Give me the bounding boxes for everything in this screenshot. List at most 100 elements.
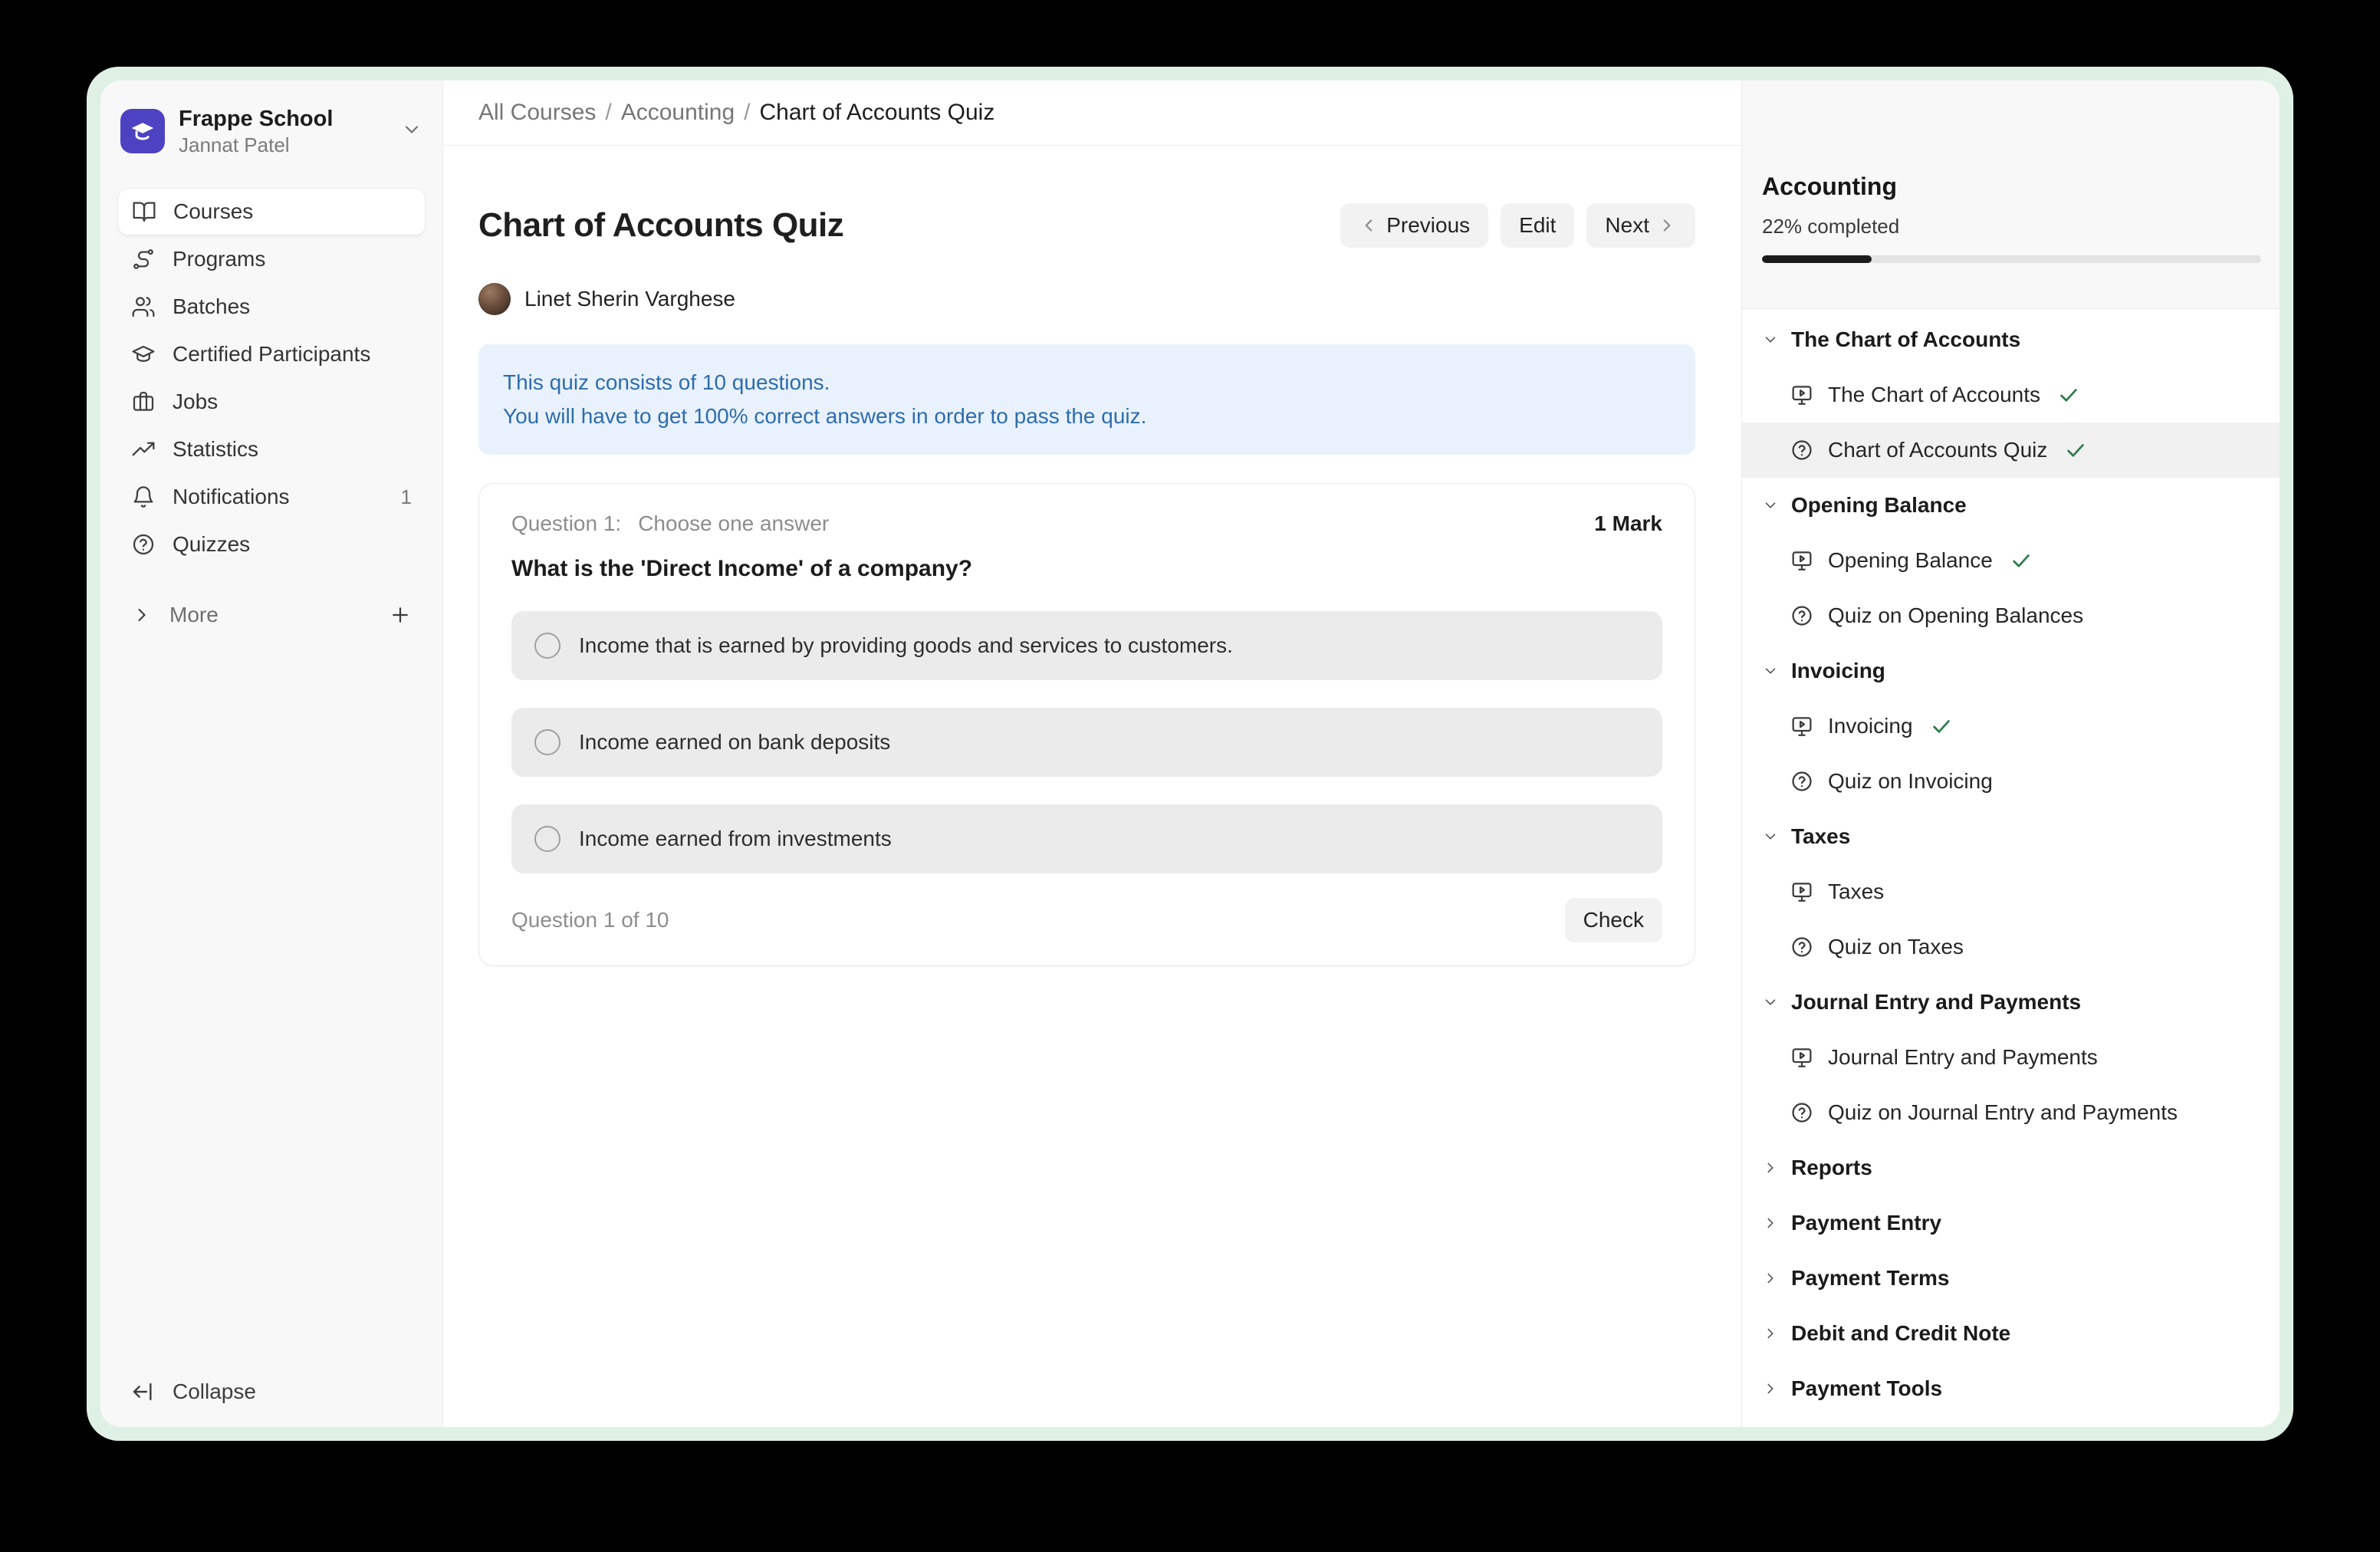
sidebar-item-label: Certified Participants — [173, 342, 370, 367]
quiz-item-row[interactable]: Quiz on Opening Balances — [1742, 588, 2280, 643]
chapter-title: Taxes — [1791, 824, 1850, 849]
frappe-school-logo — [120, 109, 165, 153]
check-button[interactable]: Check — [1565, 898, 1662, 942]
breadcrumb-link[interactable]: All Courses — [478, 100, 596, 126]
chapter-row[interactable]: Taxes — [1742, 809, 2280, 864]
lesson-item-row[interactable]: Invoicing — [1742, 699, 2280, 754]
notification-count-badge: 1 — [401, 485, 412, 509]
item-label: Chart of Accounts Quiz — [1828, 438, 2047, 462]
item-label: Quiz on Opening Balances — [1828, 603, 2083, 628]
sidebar-item-statistics[interactable]: Statistics — [117, 426, 426, 473]
chapter-row[interactable]: The Chart of Accounts — [1742, 312, 2280, 367]
previous-button[interactable]: Previous — [1340, 203, 1488, 248]
radio-button[interactable] — [534, 826, 560, 852]
chevron-down-icon[interactable] — [1762, 828, 1779, 845]
course-title: Accounting — [1762, 171, 2261, 202]
question-instruction: Choose one answer — [638, 511, 829, 536]
chevron-down-icon[interactable] — [1762, 663, 1779, 679]
chapter-title: The Chart of Accounts — [1791, 327, 2020, 352]
radio-button[interactable] — [534, 729, 560, 755]
chevron-right-icon[interactable] — [1762, 1380, 1779, 1397]
sidebar-item-notifications[interactable]: Notifications 1 — [117, 473, 426, 521]
item-label: Quiz on Invoicing — [1828, 769, 1993, 794]
quiz-item-row[interactable]: Chart of Accounts Quiz — [1742, 423, 2280, 478]
chevron-right-icon — [131, 604, 153, 626]
answer-option-2[interactable]: Income earned on bank deposits — [511, 708, 1662, 777]
quiz-item-row[interactable]: Quiz on Journal Entry and Payments — [1742, 1085, 2280, 1140]
sidebar-item-label: Quizzes — [173, 532, 250, 557]
answer-option-1[interactable]: Income that is earned by providing goods… — [511, 611, 1662, 680]
collapse-sidebar-button[interactable]: Collapse — [131, 1379, 256, 1404]
lesson-item-row[interactable]: The Chart of Accounts — [1742, 367, 2280, 423]
question-progress: Question 1 of 10 — [511, 908, 669, 932]
sidebar-item-label: Jobs — [173, 390, 218, 414]
chapter-row[interactable]: Journal Entry and Payments — [1742, 975, 2280, 1030]
video-lesson-icon — [1790, 548, 1814, 573]
next-button[interactable]: Next — [1586, 203, 1695, 248]
option-label: Income that is earned by providing goods… — [579, 633, 1233, 658]
quiz-icon — [1790, 603, 1814, 628]
grad-cap-icon — [131, 342, 156, 367]
chevron-down-icon[interactable] — [401, 119, 422, 144]
sidebar-item-batches[interactable]: Batches — [117, 283, 426, 330]
item-label: Quiz on Taxes — [1828, 935, 1964, 959]
main-area: All Courses/Accounting/Chart of Accounts… — [443, 81, 1741, 1427]
notice-line-1: This quiz consists of 10 questions. — [503, 366, 1671, 400]
workspace-switcher[interactable]: Frappe School Jannat Patel — [117, 100, 426, 162]
chevron-down-icon[interactable] — [1762, 497, 1779, 514]
chapter-title: Opening Balance — [1791, 493, 1967, 518]
chevron-right-icon[interactable] — [1762, 1270, 1779, 1287]
chapter-row[interactable]: Payment Tools — [1742, 1361, 2280, 1416]
chevron-down-icon[interactable] — [1762, 331, 1779, 348]
chapter-row[interactable]: Payment Entry — [1742, 1195, 2280, 1251]
edit-button[interactable]: Edit — [1501, 203, 1574, 248]
lesson-item-row[interactable]: Taxes — [1742, 864, 2280, 919]
sidebar-item-jobs[interactable]: Jobs — [117, 378, 426, 426]
briefcase-icon — [131, 390, 156, 414]
chapter-row[interactable]: Payment Terms — [1742, 1251, 2280, 1306]
breadcrumb-link[interactable]: Accounting — [621, 100, 735, 126]
lesson-item-row[interactable]: Opening Balance — [1742, 533, 2280, 588]
item-label: Journal Entry and Payments — [1828, 1045, 2098, 1070]
chevron-down-icon[interactable] — [1762, 994, 1779, 1011]
sidebar-item-programs[interactable]: Programs — [117, 235, 426, 283]
author-avatar — [478, 283, 511, 315]
check-label: Check — [1583, 908, 1644, 932]
more-label: More — [169, 603, 219, 627]
breadcrumb-link: Chart of Accounts Quiz — [760, 100, 995, 126]
sidebar-item-label: Batches — [173, 294, 250, 319]
trending-up-icon — [131, 437, 156, 462]
sidebar-item-label: Notifications — [173, 485, 290, 509]
quiz-item-row[interactable]: Quiz on Invoicing — [1742, 754, 2280, 809]
chapter-row[interactable]: Debit and Credit Note — [1742, 1306, 2280, 1361]
completed-check-icon — [1930, 715, 1953, 738]
sidebar-item-more[interactable]: More — [117, 591, 426, 639]
chapter-row[interactable]: Reports — [1742, 1140, 2280, 1195]
quiz-item-row[interactable]: Quiz on Taxes — [1742, 919, 2280, 975]
chapter-row[interactable]: Opening Balance — [1742, 478, 2280, 533]
collapse-label: Collapse — [173, 1379, 256, 1404]
users-icon — [131, 294, 156, 319]
chapter-row[interactable]: Invoicing — [1742, 643, 2280, 699]
chapter-title: Reports — [1791, 1156, 1872, 1180]
sidebar-item-courses[interactable]: Courses — [117, 188, 426, 235]
author-row: Linet Sherin Varghese — [478, 283, 1695, 315]
author-name: Linet Sherin Varghese — [524, 287, 735, 311]
chapter-title: Invoicing — [1791, 659, 1885, 683]
sidebar-item-certified-participants[interactable]: Certified Participants — [117, 330, 426, 378]
question-marks: 1 Mark — [1594, 511, 1662, 536]
item-label: The Chart of Accounts — [1828, 383, 2040, 407]
course-progress-text: 22% completed — [1762, 214, 2261, 238]
plus-icon[interactable] — [389, 603, 412, 626]
sidebar-item-quizzes[interactable]: Quizzes — [117, 521, 426, 568]
lesson-item-row[interactable]: Journal Entry and Payments — [1742, 1030, 2280, 1085]
breadcrumb-separator: / — [605, 100, 611, 126]
chevron-right-icon[interactable] — [1762, 1159, 1779, 1176]
book-open-icon — [132, 199, 156, 224]
answer-option-3[interactable]: Income earned from investments — [511, 804, 1662, 873]
next-label: Next — [1605, 213, 1649, 238]
radio-button[interactable] — [534, 633, 560, 659]
chevron-right-icon[interactable] — [1762, 1215, 1779, 1231]
chevron-right-icon[interactable] — [1762, 1325, 1779, 1342]
chevron-left-icon — [1359, 215, 1379, 235]
